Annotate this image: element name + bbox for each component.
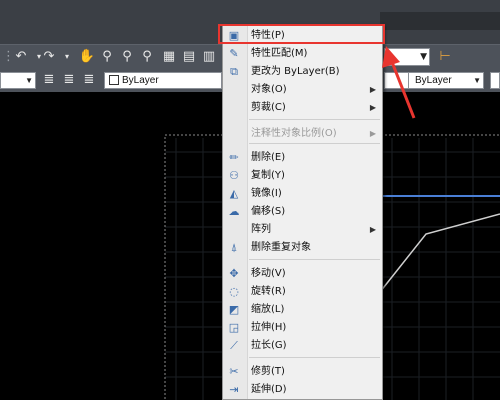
arrow-shaft xyxy=(390,61,416,119)
annotation-arrow xyxy=(382,46,416,119)
arrow-head xyxy=(382,46,400,68)
